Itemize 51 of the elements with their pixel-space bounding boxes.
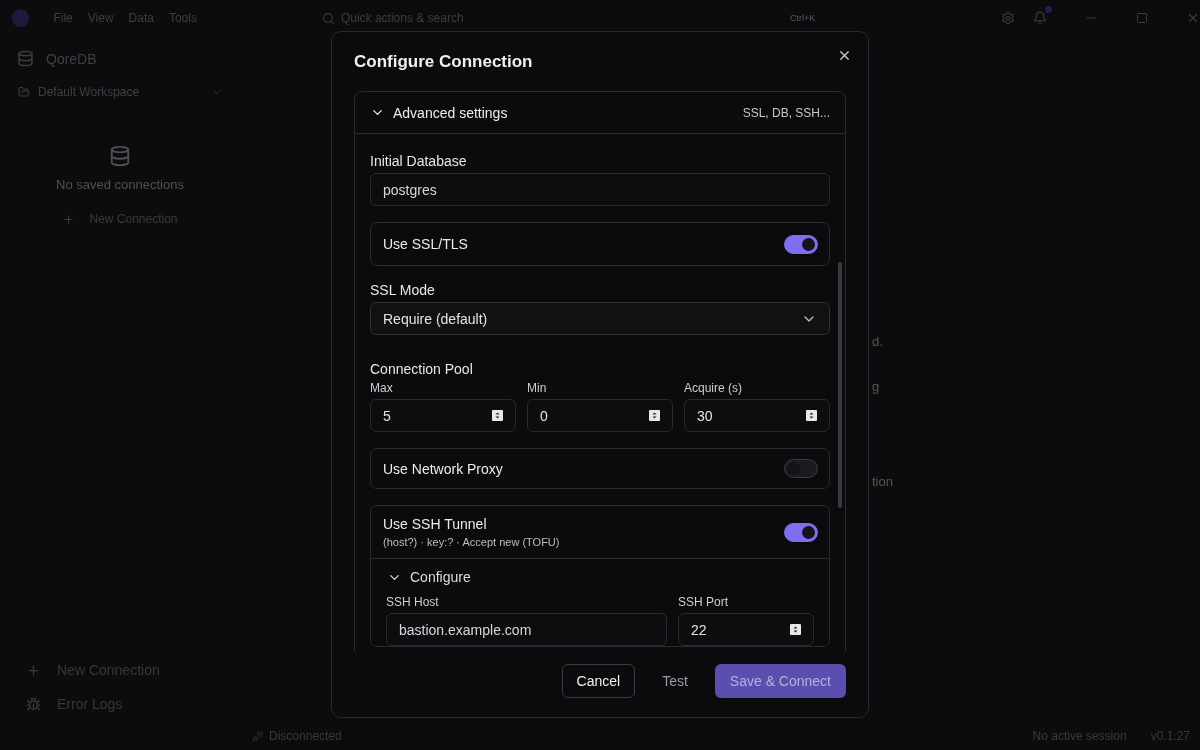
background-text: tion — [872, 474, 893, 489]
close-icon — [837, 48, 852, 63]
field-label: Connection Pool — [370, 361, 474, 377]
spinner-icon[interactable] — [492, 410, 503, 421]
field-label: SSL Mode — [370, 282, 436, 298]
configure-toggle[interactable]: Configure — [371, 559, 487, 595]
toggle-switch[interactable] — [784, 234, 818, 254]
test-button[interactable]: Test — [647, 664, 703, 698]
spinner-icon[interactable] — [790, 624, 801, 635]
search-icon — [321, 11, 335, 25]
field-label: Max — [370, 381, 394, 395]
section-header[interactable]: Advanced settings SSL, DB, SSH... — [355, 92, 845, 134]
toggle-summary: (host?) · key:? · Accept new (TOFU) — [383, 536, 560, 548]
toggle-switch[interactable] — [784, 522, 818, 542]
database-icon — [17, 50, 34, 67]
background-text: d. — [872, 334, 883, 349]
number-field[interactable]: 0 — [527, 399, 673, 432]
spinner-icon[interactable] — [649, 410, 660, 421]
toggle-switch[interactable] — [784, 459, 818, 478]
field-label: Initial Database — [370, 153, 468, 169]
cancel-button[interactable]: Cancel — [561, 664, 636, 698]
scrollbar-thumb[interactable] — [838, 262, 842, 508]
text-field[interactable]: postgres — [370, 173, 830, 206]
field-label: Acquire (s) — [684, 381, 743, 395]
app-logo-icon — [12, 9, 30, 27]
field-label: SSH Host — [386, 595, 440, 609]
toggle-label: Use SSL/TLS — [383, 236, 468, 252]
database-icon — [109, 145, 131, 167]
bug-icon — [26, 696, 41, 712]
folder-icon — [18, 86, 30, 98]
shortcut-hint: Ctrl+K — [789, 13, 816, 23]
maximize-icon[interactable] — [1136, 12, 1148, 24]
spinner-icon[interactable] — [806, 410, 817, 421]
select-field[interactable]: Require (default) — [370, 302, 830, 335]
number-field[interactable]: 5 — [370, 399, 516, 432]
background-text: g — [872, 379, 880, 394]
disconnected-icon — [252, 730, 263, 742]
empty-message: No saved connections — [56, 177, 184, 192]
dialog-title: Configure Connection — [354, 52, 533, 72]
plus-icon — [26, 662, 41, 678]
number-field[interactable]: 22 — [678, 613, 814, 646]
close-icon[interactable] — [1186, 11, 1200, 25]
text-field[interactable]: bastion.example.com — [386, 613, 667, 646]
number-field[interactable]: 30 — [684, 399, 830, 432]
plus-icon — [62, 212, 76, 226]
bell-icon[interactable] — [1033, 11, 1048, 25]
field-label: Min — [527, 381, 548, 395]
toggle-label: Use Network Proxy — [383, 460, 503, 477]
toggle-label: Use SSH Tunnel — [383, 516, 488, 532]
settings-icon[interactable] — [1001, 11, 1016, 25]
field-label: SSH Port — [678, 595, 729, 609]
